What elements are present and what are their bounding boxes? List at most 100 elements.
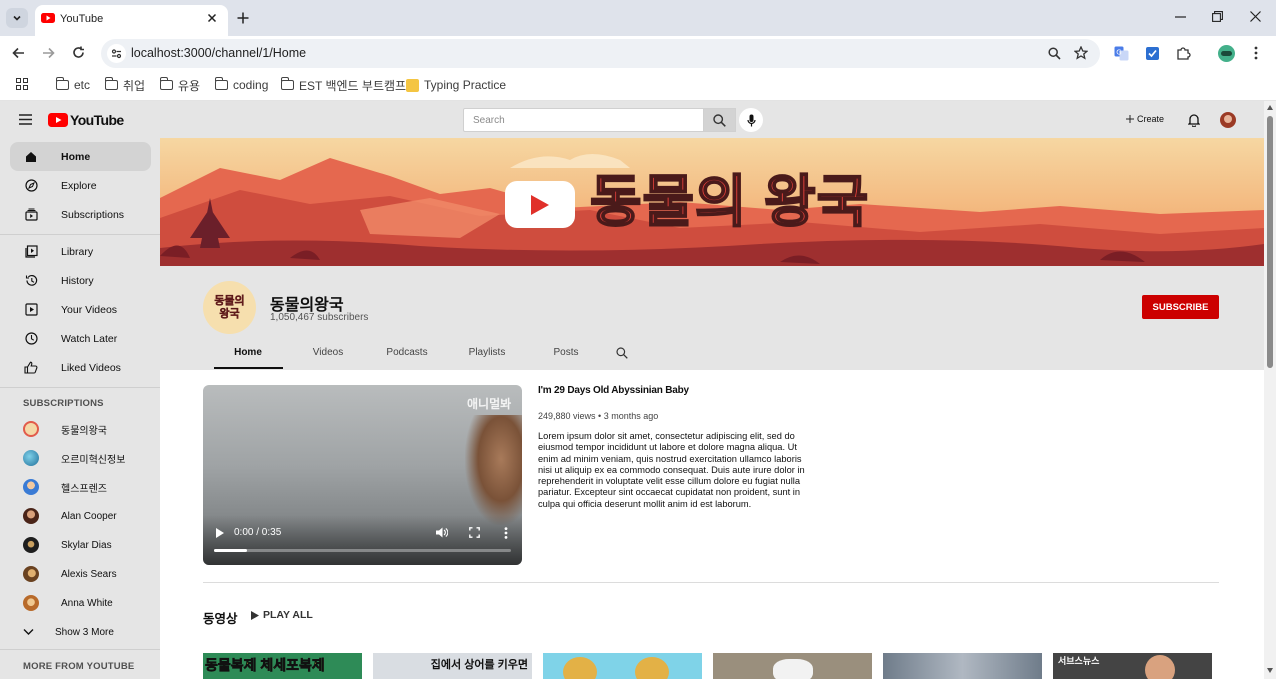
sidebar-item-your-videos[interactable]: Your Videos bbox=[10, 295, 151, 324]
search-button[interactable] bbox=[703, 108, 736, 132]
masthead: YouTube Search Create bbox=[0, 101, 1264, 138]
tab-list-button[interactable] bbox=[6, 8, 28, 28]
active-tab-underline bbox=[214, 367, 283, 369]
restore-icon[interactable] bbox=[1212, 11, 1223, 22]
search-input[interactable]: Search bbox=[463, 108, 704, 132]
address-bar[interactable]: localhost:3000/channel/1/Home bbox=[101, 39, 1100, 68]
thumbs-up-icon bbox=[24, 361, 38, 375]
channel-search-icon[interactable] bbox=[616, 347, 628, 359]
bookmark-folder-etc[interactable]: etc bbox=[55, 76, 90, 94]
tab-videos[interactable]: Videos bbox=[313, 347, 343, 358]
tab-podcasts[interactable]: Podcasts bbox=[386, 347, 427, 358]
zoom-icon[interactable] bbox=[1048, 47, 1061, 60]
channel-avatar bbox=[23, 508, 39, 524]
show-more-button[interactable]: Show 3 More bbox=[10, 619, 151, 645]
subscription-item[interactable]: 동물의왕국 bbox=[10, 416, 151, 442]
apps-grid-icon[interactable] bbox=[16, 78, 28, 90]
fullscreen-icon[interactable] bbox=[469, 527, 480, 538]
player-progress-track[interactable] bbox=[214, 549, 511, 552]
sidebar-item-explore[interactable]: Explore bbox=[10, 171, 151, 200]
video-thumbnail[interactable]: 서브스뉴스 bbox=[1053, 653, 1212, 679]
compass-icon bbox=[24, 179, 38, 193]
close-window-icon[interactable] bbox=[1250, 11, 1261, 22]
play-icon bbox=[531, 194, 549, 215]
forward-arrow-icon[interactable] bbox=[42, 47, 55, 59]
scrollbar-thumb[interactable] bbox=[1267, 116, 1273, 368]
reload-icon[interactable] bbox=[72, 46, 85, 59]
video-thumbnail[interactable]: 집에서 상어를 키우면 bbox=[373, 653, 532, 679]
tab-home[interactable]: Home bbox=[234, 347, 262, 358]
video-frame-animal bbox=[465, 415, 522, 525]
youtube-favicon-icon bbox=[41, 13, 55, 23]
channel-avatar-large: 동물의 왕국 bbox=[203, 281, 256, 334]
video-thumbnail[interactable] bbox=[883, 653, 1042, 679]
back-arrow-icon[interactable] bbox=[12, 47, 25, 59]
subscription-item[interactable]: 헬스프렌즈 bbox=[10, 474, 151, 500]
more-from-youtube-heading: MORE FROM YOUTUBE bbox=[23, 661, 135, 672]
translate-extension-icon[interactable]: G bbox=[1114, 46, 1129, 61]
chevron-down-icon bbox=[13, 15, 21, 21]
scroll-up-arrow-icon[interactable] bbox=[1267, 105, 1273, 110]
notifications-bell-icon[interactable] bbox=[1188, 113, 1200, 127]
featured-video-description: Lorem ipsum dolor sit amet, consectetur … bbox=[538, 431, 805, 509]
subscriptions-icon bbox=[24, 208, 38, 222]
close-tab-icon[interactable] bbox=[207, 13, 217, 23]
sidebar-item-library[interactable]: Library bbox=[10, 237, 151, 266]
folder-icon bbox=[159, 77, 173, 90]
create-button[interactable]: Create bbox=[1126, 114, 1164, 124]
bookmark-folder-useful[interactable]: 유용 bbox=[159, 76, 200, 94]
bookmark-folder-est[interactable]: EST 백엔드 부트캠프 bbox=[280, 76, 406, 94]
video-thumbnail[interactable] bbox=[713, 653, 872, 679]
channel-avatar bbox=[23, 537, 39, 553]
sidebar-item-home[interactable]: Home bbox=[10, 142, 151, 171]
tab-posts[interactable]: Posts bbox=[553, 347, 578, 358]
youtube-page: YouTube Search Create Home Explore Subsc… bbox=[0, 101, 1264, 679]
video-thumbnail[interactable] bbox=[543, 653, 702, 679]
bookmark-typing-practice[interactable]: Typing Practice bbox=[406, 76, 506, 94]
tab-playlists[interactable]: Playlists bbox=[469, 347, 506, 358]
play-all-button[interactable]: PLAY ALL bbox=[251, 609, 313, 621]
user-avatar[interactable] bbox=[1220, 112, 1236, 128]
sidebar-item-watch-later[interactable]: Watch Later bbox=[10, 324, 151, 353]
youtube-logo[interactable]: YouTube bbox=[48, 112, 124, 128]
banner-title: 동물의 왕국 bbox=[589, 169, 870, 234]
sidebar-divider bbox=[0, 649, 160, 650]
tab-title: YouTube bbox=[60, 13, 104, 25]
bookmark-folder-coding[interactable]: coding bbox=[214, 76, 268, 94]
featured-video-title[interactable]: I'm 29 Days Old Abyssinian Baby bbox=[538, 385, 689, 396]
volume-icon[interactable] bbox=[436, 527, 448, 538]
new-tab-icon[interactable] bbox=[237, 12, 249, 24]
bookmark-folder-jobs[interactable]: 취업 bbox=[104, 76, 145, 94]
play-icon[interactable] bbox=[216, 528, 224, 538]
subscription-item[interactable]: 오르미혁신정보 bbox=[10, 445, 151, 471]
sidebar-item-history[interactable]: History bbox=[10, 266, 151, 295]
scroll-down-arrow-icon[interactable] bbox=[1267, 668, 1273, 673]
minimize-icon[interactable] bbox=[1175, 16, 1186, 18]
voice-search-button[interactable] bbox=[739, 108, 763, 132]
more-menu-icon[interactable] bbox=[1254, 46, 1258, 60]
plus-icon bbox=[1126, 115, 1134, 123]
task-extension-icon[interactable] bbox=[1145, 46, 1160, 61]
extensions-puzzle-icon[interactable] bbox=[1176, 46, 1191, 61]
sidebar-item-liked-videos[interactable]: Liked Videos bbox=[10, 353, 151, 382]
subscription-item[interactable]: Alan Cooper bbox=[10, 503, 151, 529]
subscription-item[interactable]: Anna White bbox=[10, 590, 151, 616]
subscribe-button[interactable]: SUBSCRIBE bbox=[1142, 295, 1219, 319]
site-info-icon[interactable] bbox=[107, 44, 126, 63]
browser-tab[interactable]: YouTube bbox=[35, 5, 228, 36]
hamburger-menu-icon[interactable] bbox=[19, 114, 32, 125]
sidebar-item-subscriptions[interactable]: Subscriptions bbox=[10, 200, 151, 229]
profile-avatar[interactable] bbox=[1218, 45, 1235, 62]
subscriptions-heading: SUBSCRIPTIONS bbox=[23, 398, 104, 409]
bookmark-star-icon[interactable] bbox=[1074, 46, 1088, 60]
chevron-down-icon bbox=[23, 628, 34, 636]
subscription-item[interactable]: Alexis Sears bbox=[10, 561, 151, 587]
player-controls bbox=[203, 515, 522, 565]
video-thumbnail[interactable]: 동물복제 체세포복제 bbox=[203, 653, 362, 679]
player-time: 0:00 / 0:35 bbox=[234, 527, 282, 538]
subscription-item[interactable]: Skylar Dias bbox=[10, 532, 151, 558]
player-more-icon[interactable] bbox=[504, 527, 508, 539]
thumbnail-image bbox=[773, 659, 813, 679]
channel-banner: 동물의 왕국 bbox=[160, 138, 1264, 266]
featured-video-player[interactable]: 애니멀봐 0:00 / 0:35 bbox=[203, 385, 522, 565]
